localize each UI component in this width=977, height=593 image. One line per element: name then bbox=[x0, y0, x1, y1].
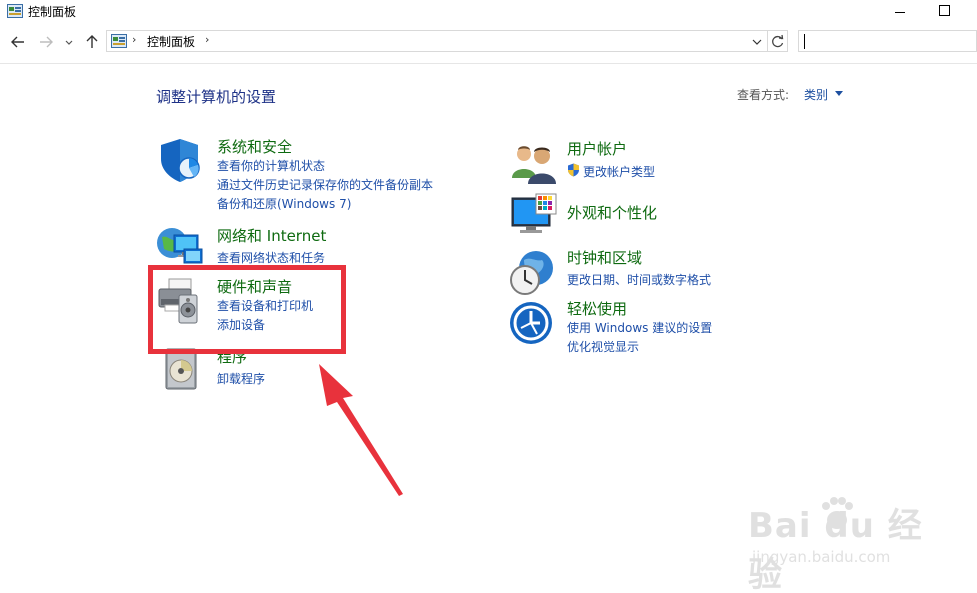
category-user-accounts[interactable]: 用户帐户 bbox=[567, 138, 627, 159]
control-panel-icon bbox=[111, 34, 127, 48]
refresh-button[interactable] bbox=[768, 30, 788, 52]
breadcrumb-control-panel[interactable]: 控制面板 bbox=[147, 33, 195, 50]
up-arrow-icon[interactable] bbox=[82, 32, 102, 52]
clock-globe-icon[interactable] bbox=[508, 248, 556, 296]
baidu-watermark: Bai du 经验 jingyan.baidu.com bbox=[748, 488, 928, 593]
category-clock-region[interactable]: 时钟和区域 bbox=[567, 247, 642, 268]
annotation-arrow bbox=[319, 364, 403, 496]
link-change-date-time-format[interactable]: 更改日期、时间或数字格式 bbox=[567, 271, 711, 288]
forward-arrow-icon[interactable] bbox=[36, 32, 56, 52]
link-view-computer-status[interactable]: 查看你的计算机状态 bbox=[217, 157, 325, 174]
address-bar[interactable]: › 控制面板 › bbox=[106, 30, 768, 52]
address-dropdown-chevron-icon[interactable] bbox=[751, 35, 763, 49]
title-bar: 控制面板 bbox=[0, 0, 977, 26]
link-uninstall-program[interactable]: 卸载程序 bbox=[217, 370, 265, 387]
refresh-icon bbox=[772, 34, 784, 48]
minimize-button[interactable] bbox=[876, 0, 922, 24]
link-network-status[interactable]: 查看网络状态和任务 bbox=[217, 249, 325, 266]
control-panel-icon bbox=[7, 4, 23, 18]
breadcrumb-separator[interactable]: › bbox=[205, 33, 209, 46]
toolbar-divider bbox=[0, 63, 977, 64]
window-title: 控制面板 bbox=[28, 5, 77, 19]
view-by-caret-icon[interactable] bbox=[835, 91, 843, 96]
search-input[interactable] bbox=[798, 30, 977, 52]
category-appearance-personalization[interactable]: 外观和个性化 bbox=[567, 202, 657, 223]
link-optimize-visual-display[interactable]: 优化视觉显示 bbox=[567, 338, 639, 355]
network-globe-icon[interactable] bbox=[156, 223, 204, 271]
back-arrow-icon[interactable] bbox=[8, 32, 28, 52]
link-change-account-type[interactable]: 更改帐户类型 bbox=[583, 163, 655, 180]
security-shield-icon[interactable] bbox=[158, 137, 206, 185]
link-windows-recommended-settings[interactable]: 使用 Windows 建议的设置 bbox=[567, 319, 712, 336]
ease-of-access-icon[interactable] bbox=[509, 300, 557, 348]
watermark-brand: Bai du 经验 bbox=[748, 506, 923, 593]
link-backup-restore[interactable]: 备份和还原(Windows 7) bbox=[217, 195, 351, 212]
breadcrumb-separator[interactable]: › bbox=[132, 33, 136, 46]
view-by-dropdown[interactable]: 类别 bbox=[804, 86, 828, 103]
category-network-internet[interactable]: 网络和 Internet bbox=[217, 225, 326, 246]
users-icon[interactable] bbox=[510, 140, 558, 188]
view-by-label: 查看方式: bbox=[737, 88, 790, 102]
category-ease-of-access[interactable]: 轻松使用 bbox=[567, 298, 627, 319]
watermark-url: jingyan.baidu.com bbox=[752, 548, 891, 566]
maximize-button[interactable] bbox=[921, 0, 967, 24]
category-system-security[interactable]: 系统和安全 bbox=[217, 136, 292, 157]
text-cursor bbox=[804, 34, 805, 49]
page-title: 调整计算机的设置 bbox=[156, 88, 277, 106]
uac-shield-icon bbox=[568, 163, 579, 177]
highlight-box bbox=[148, 265, 346, 354]
recent-locations-chevron-icon[interactable] bbox=[62, 32, 76, 52]
monitor-palette-icon[interactable] bbox=[510, 192, 558, 240]
link-file-history-backup[interactable]: 通过文件历史记录保存你的文件备份副本 bbox=[217, 176, 433, 193]
navigation-bar: › 控制面板 › bbox=[0, 26, 977, 62]
